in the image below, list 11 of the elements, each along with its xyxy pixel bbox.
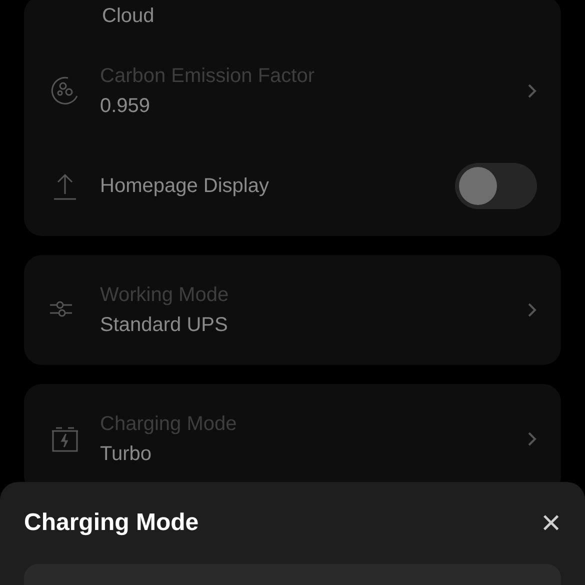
sheet-title: Charging Mode [24,508,199,538]
toggle-switch[interactable] [455,163,537,209]
chevron-right-icon [527,83,537,99]
chevron-right-icon [527,302,537,318]
row-value: Standard UPS [100,313,229,337]
row-value: Cloud [102,4,154,29]
chevron-right-icon [527,431,537,447]
row-value: 0.959 [100,94,152,118]
row-label: Homepage Display [100,174,270,199]
close-button[interactable]: × [541,506,561,540]
row-value: Turbo [100,442,153,466]
